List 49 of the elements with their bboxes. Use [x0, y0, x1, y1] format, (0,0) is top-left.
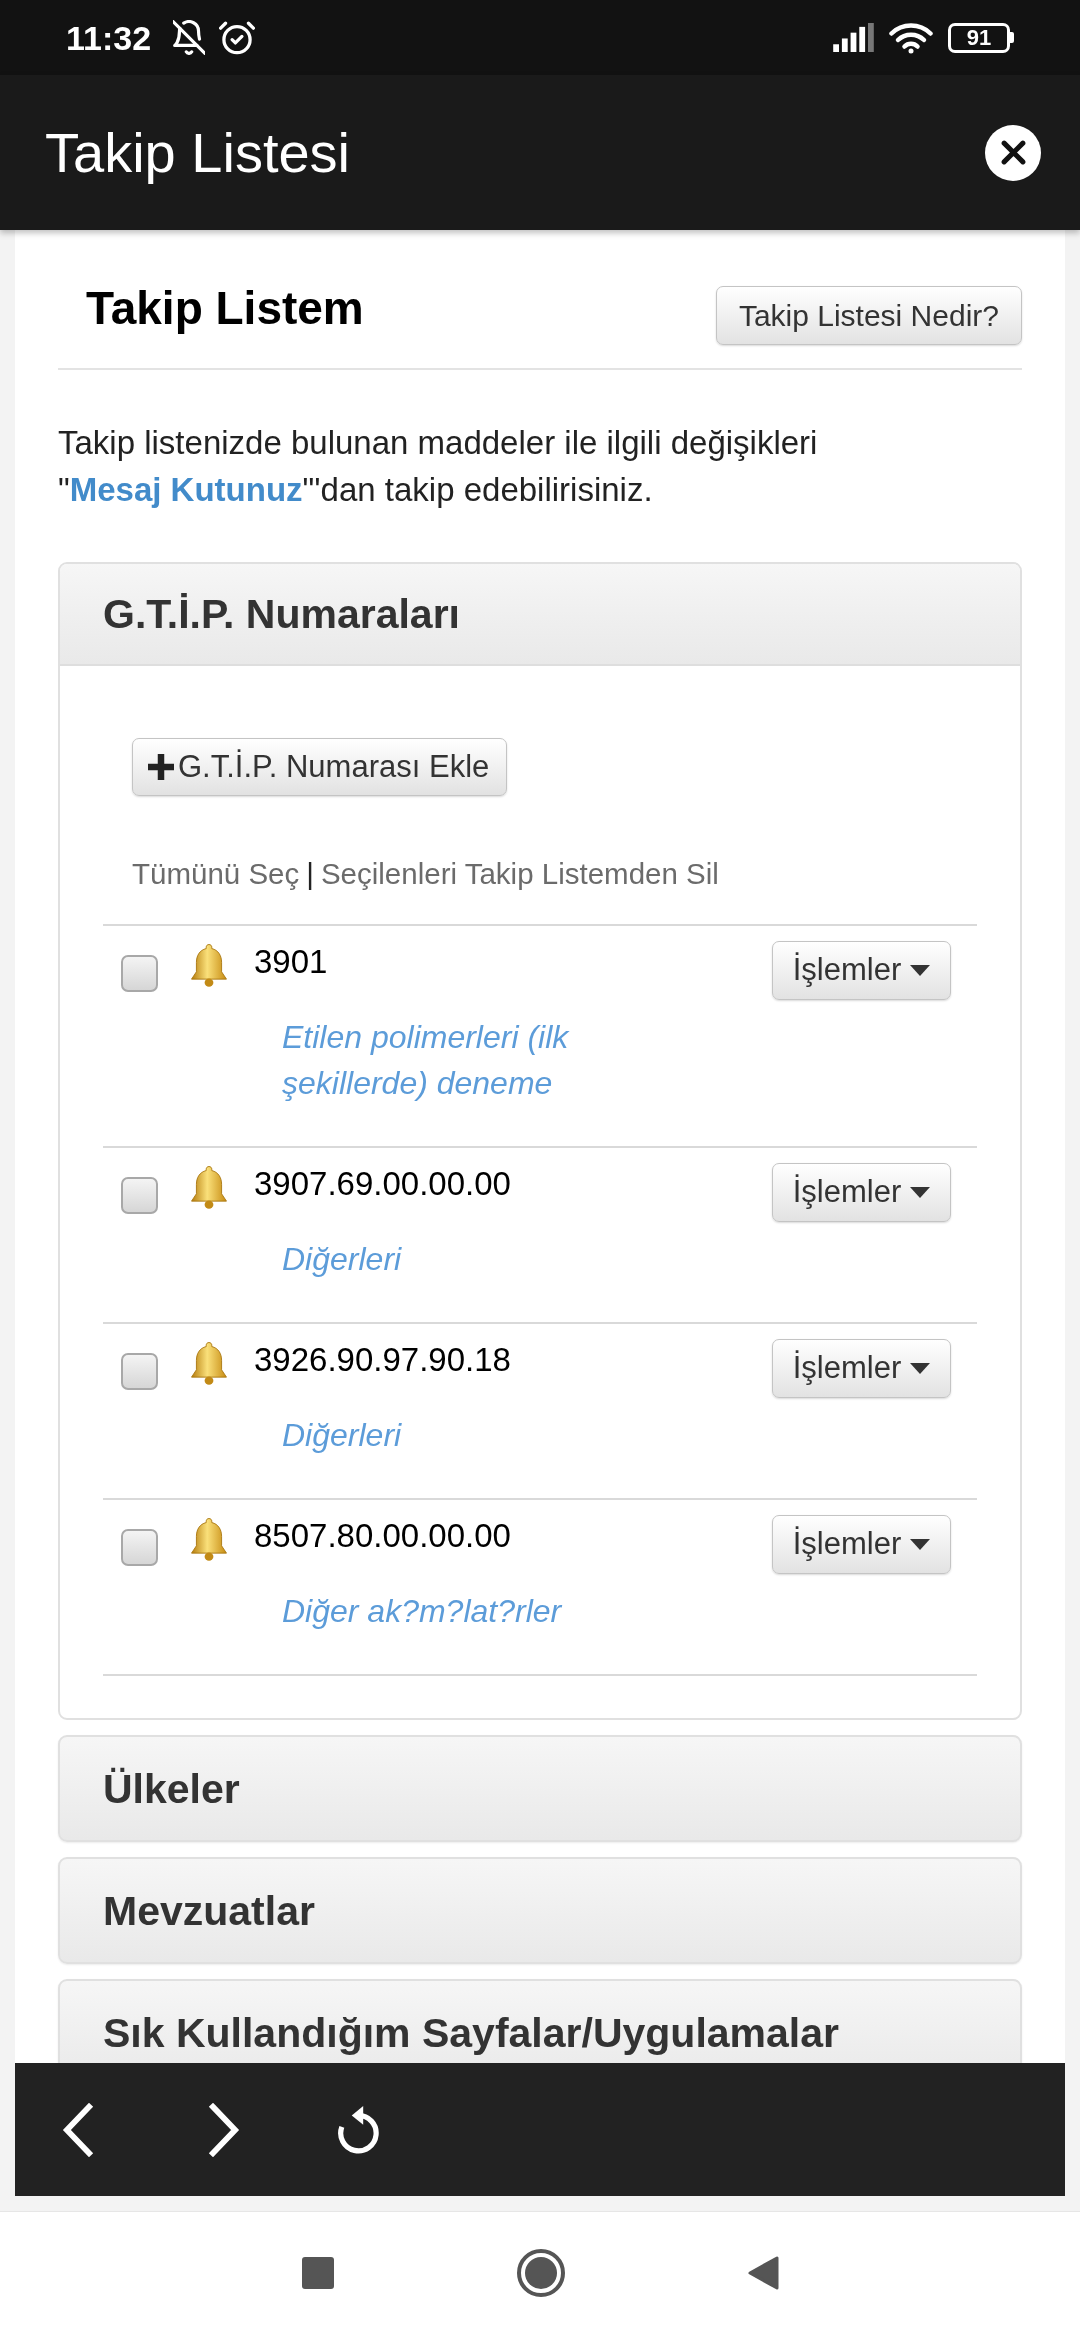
page-heading: Takip Listem: [86, 282, 364, 334]
plus-icon: [148, 754, 174, 780]
actions-button[interactable]: İşlemler: [772, 1163, 951, 1222]
back-button[interactable]: [61, 2102, 94, 2157]
signal-icon: [833, 23, 874, 52]
inbox-link[interactable]: Mesaj Kutunuz: [69, 471, 303, 508]
code-text: 3907.69.00.00.00: [254, 1164, 512, 1204]
intro-text: Takip listenizde bulunan maddeler ile ilgili değişikleri "Mesaj Kutunuz"'dan takip edebilirisiniz.: [58, 423, 819, 510]
battery-indicator: 91: [948, 22, 1014, 53]
checkbox[interactable]: [121, 955, 158, 992]
close-icon: [1000, 140, 1026, 165]
reload-icon: [336, 2104, 380, 2155]
select-all-link[interactable]: Tümünü Seç: [132, 854, 300, 894]
checkbox[interactable]: [121, 1353, 158, 1390]
alarm-clock-icon: [219, 19, 256, 56]
caret-icon: [910, 1187, 931, 1198]
help-button[interactable]: Takip Listesi Nedir?: [715, 286, 1022, 345]
chevron-right-icon: [208, 2102, 241, 2157]
accordion-header[interactable]: Ülkeler: [58, 1735, 1022, 1842]
delete-selected-link[interactable]: Seçilenleri Takip Listemden Sil: [320, 854, 719, 894]
bell-icon: [191, 1166, 227, 1209]
caret-icon: [910, 1539, 931, 1550]
chevron-left-icon: [61, 2102, 94, 2157]
wifi-icon: [889, 21, 933, 54]
accordion-header[interactable]: G.T.İ.P. Numaraları: [60, 564, 1020, 666]
add-button[interactable]: G.T.İ.P. Numarası Ekle: [132, 738, 508, 796]
actions-button[interactable]: İşlemler: [772, 1339, 951, 1398]
back-triangle-icon[interactable]: [747, 2256, 779, 2290]
code-text: 3926.90.97.90.18: [254, 1340, 512, 1380]
recents-button[interactable]: [301, 2257, 334, 2289]
forward-button[interactable]: [208, 2102, 241, 2157]
code-text: 3901: [254, 942, 329, 982]
status-time: 11:32: [66, 20, 152, 55]
bell-icon: [191, 1342, 227, 1385]
bell-icon: [191, 944, 227, 987]
accordion-header[interactable]: Mevzuatlar: [58, 1857, 1022, 1964]
checkbox[interactable]: [121, 1177, 158, 1214]
checkbox[interactable]: [121, 1529, 158, 1566]
home-button[interactable]: [516, 2249, 565, 2297]
caret-icon: [910, 965, 931, 976]
bell-icon: [191, 1518, 227, 1561]
reload-button[interactable]: [336, 2104, 380, 2155]
accordion-header[interactable]: Sık Kullandığım Sayfalar/Uygulamalar: [58, 1979, 1022, 2063]
actions-button[interactable]: İşlemler: [772, 941, 951, 1000]
bell-off-icon: [173, 20, 206, 55]
link-separator: |: [306, 856, 314, 892]
actions-button[interactable]: İşlemler: [772, 1515, 951, 1574]
code-text: 8507.80.00.00.00: [254, 1516, 512, 1556]
caret-icon: [910, 1363, 931, 1374]
